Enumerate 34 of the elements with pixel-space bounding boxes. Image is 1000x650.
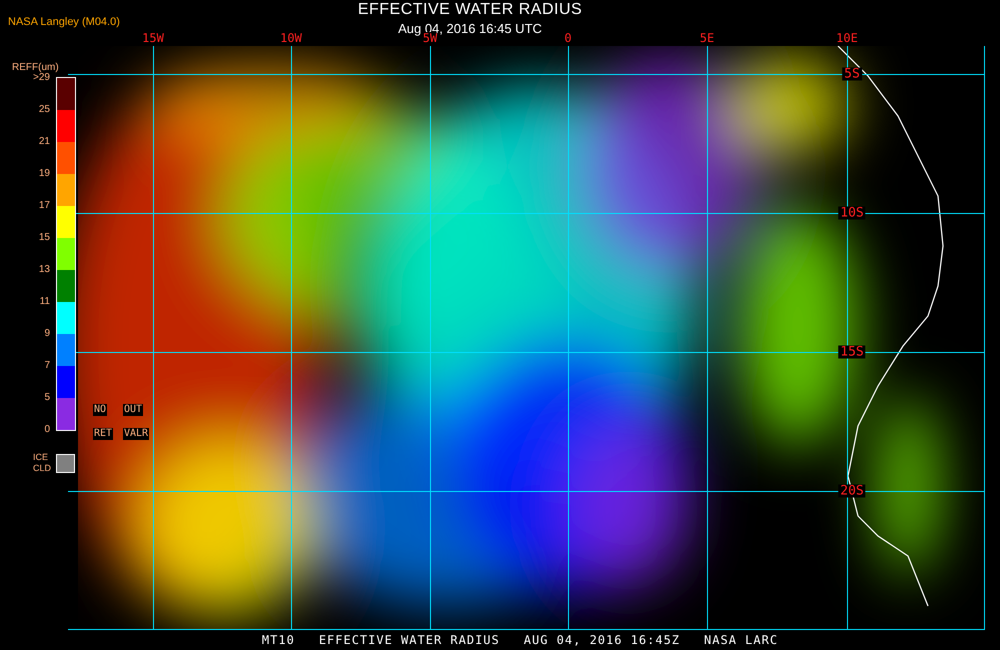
longitude-label: 10E — [836, 32, 858, 44]
latitude-label: 20S — [838, 484, 866, 498]
scale-tick-label: 19 — [38, 169, 50, 179]
scale-tick-label: 15 — [38, 233, 50, 243]
longitude-label: 15W — [142, 32, 164, 44]
longitude-label: 5E — [700, 32, 714, 44]
no-retrieval-label: RET — [93, 428, 114, 440]
ice-cloud-label: CLD — [33, 463, 52, 474]
no-retrieval-label: NO — [93, 404, 108, 416]
scale-tick-label: 0 — [44, 425, 50, 435]
footer-caption: NASA LARC — [704, 633, 778, 647]
scale-tick-label: 7 — [44, 361, 50, 371]
scale-tick-label: 25 — [38, 105, 50, 115]
scale-tick-label: 17 — [38, 201, 50, 211]
scale-tick-label: 13 — [38, 265, 50, 275]
latitude-label: 5S — [842, 68, 862, 80]
scale-tick-label: 21 — [38, 137, 50, 147]
latitude-label: 15S — [838, 346, 866, 358]
footer-caption: AUG 04, 2016 16:45Z — [524, 633, 680, 647]
scale-tick-label: >29 — [33, 73, 50, 83]
out-of-range-label: OUT — [123, 404, 144, 416]
source-label: NASA Langley (M04.0) — [8, 16, 120, 28]
scale-tick-label: 9 — [44, 329, 50, 339]
footer-caption: EFFECTIVE WATER RADIUS — [318, 633, 500, 647]
scale-tick-label: 11 — [40, 297, 50, 307]
footer-caption: MT10 — [262, 633, 295, 647]
longitude-label: 10W — [280, 32, 302, 44]
latitude-label: 10S — [838, 206, 866, 220]
longitude-label: 0 — [564, 32, 572, 44]
ice-cloud-label: ICE — [33, 452, 50, 463]
out-of-range-label: VALR — [123, 428, 150, 440]
scale-tick-label: 5 — [44, 393, 50, 403]
product-title: EFFECTIVE WATER RADIUS — [358, 1, 582, 19]
legend-title: REFF(um) — [12, 62, 59, 73]
